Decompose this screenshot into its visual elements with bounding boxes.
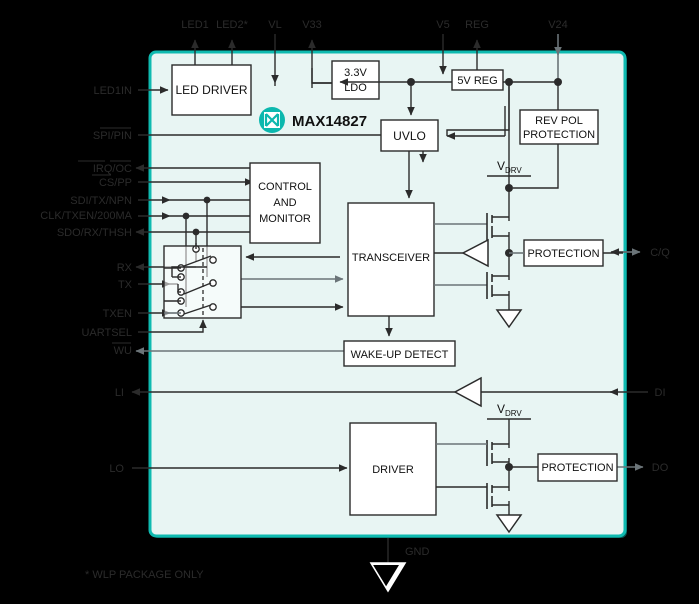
pin-label: GND [405, 546, 430, 558]
pin-label: REG [465, 19, 489, 31]
block-5v-reg[interactable]: 5V REG [451, 69, 504, 91]
pin-label: CLK/TXEN/200MA [40, 210, 132, 222]
pin-label: LED2* [216, 19, 249, 31]
pin-label: IRQ/OC [93, 163, 132, 175]
pin-label: VL [268, 19, 281, 31]
block-label-line2: PROTECTION [523, 129, 595, 141]
pin-label: DO [652, 462, 669, 474]
pin-label: LO [109, 463, 124, 475]
block-wake-up-detect[interactable]: WAKE-UP DETECT [343, 340, 456, 367]
pin-label: TXEN [103, 308, 132, 320]
pin-label: LED1 [181, 19, 209, 31]
pin-label: WU [114, 345, 132, 357]
pin-label: LI [115, 387, 124, 399]
block-rev-pol-protection[interactable]: REV POL PROTECTION [519, 109, 599, 145]
block-label: LED DRIVER [175, 83, 247, 97]
pin-label: LED1IN [93, 85, 132, 97]
pin-label: DI [655, 387, 666, 399]
block-label: UVLO [393, 129, 426, 143]
pin-label: SDI/TX/NPN [70, 195, 132, 207]
block-uvlo[interactable]: UVLO [380, 119, 439, 152]
pin-label: V24 [548, 19, 568, 31]
block-label-line2: AND [273, 197, 296, 209]
pin-label: TX [118, 279, 133, 291]
block-label-line2: LDO [344, 82, 367, 94]
block-label: DRIVER [372, 464, 414, 476]
block-label-line1: REV POL [535, 115, 583, 127]
block-label: 5V REG [457, 75, 497, 87]
block-label-line3: MONITOR [259, 213, 311, 225]
block-protection-do[interactable]: PROTECTION [537, 453, 618, 482]
pin-label: RX [117, 262, 133, 274]
block-led-driver[interactable]: LED DRIVER [171, 64, 252, 116]
block-label: WAKE-UP DETECT [351, 349, 449, 361]
pin-label: SPI/PIN [93, 130, 132, 142]
footnote-label: * WLP PACKAGE ONLY [85, 569, 204, 581]
block-driver[interactable]: DRIVER [349, 422, 437, 516]
block-3v3-ldo[interactable]: 3.3V LDO [331, 60, 380, 100]
block-transceiver[interactable]: TRANSCEIVER [347, 202, 435, 317]
part-number-label: MAX14827 [292, 113, 367, 130]
pin-label: UARTSEL [81, 327, 132, 339]
pin-label: SDO/RX/THSH [57, 227, 132, 239]
block-label: PROTECTION [541, 462, 613, 474]
pin-label: C/Q [650, 247, 670, 259]
block-label-line1: CONTROL [258, 181, 312, 193]
block-control-and-monitor[interactable]: CONTROL AND MONITOR [249, 162, 321, 244]
diagram-svg: LED1 LED2* VL V33 V5 REG V24 LED1IN SPI/… [0, 0, 699, 604]
block-diagram-canvas: LED1 LED2* VL V33 V5 REG V24 LED1IN SPI/… [0, 0, 699, 604]
pin-label: V33 [302, 19, 322, 31]
pin-label: V5 [436, 19, 449, 31]
block-protection-cq[interactable]: PROTECTION [523, 239, 604, 267]
pin-label: CS/PP [99, 177, 132, 189]
block-label: PROTECTION [527, 248, 599, 260]
block-label-line1: 3.3V [344, 67, 367, 79]
block-label: TRANSCEIVER [352, 252, 430, 264]
switch-mux[interactable] [163, 243, 242, 319]
